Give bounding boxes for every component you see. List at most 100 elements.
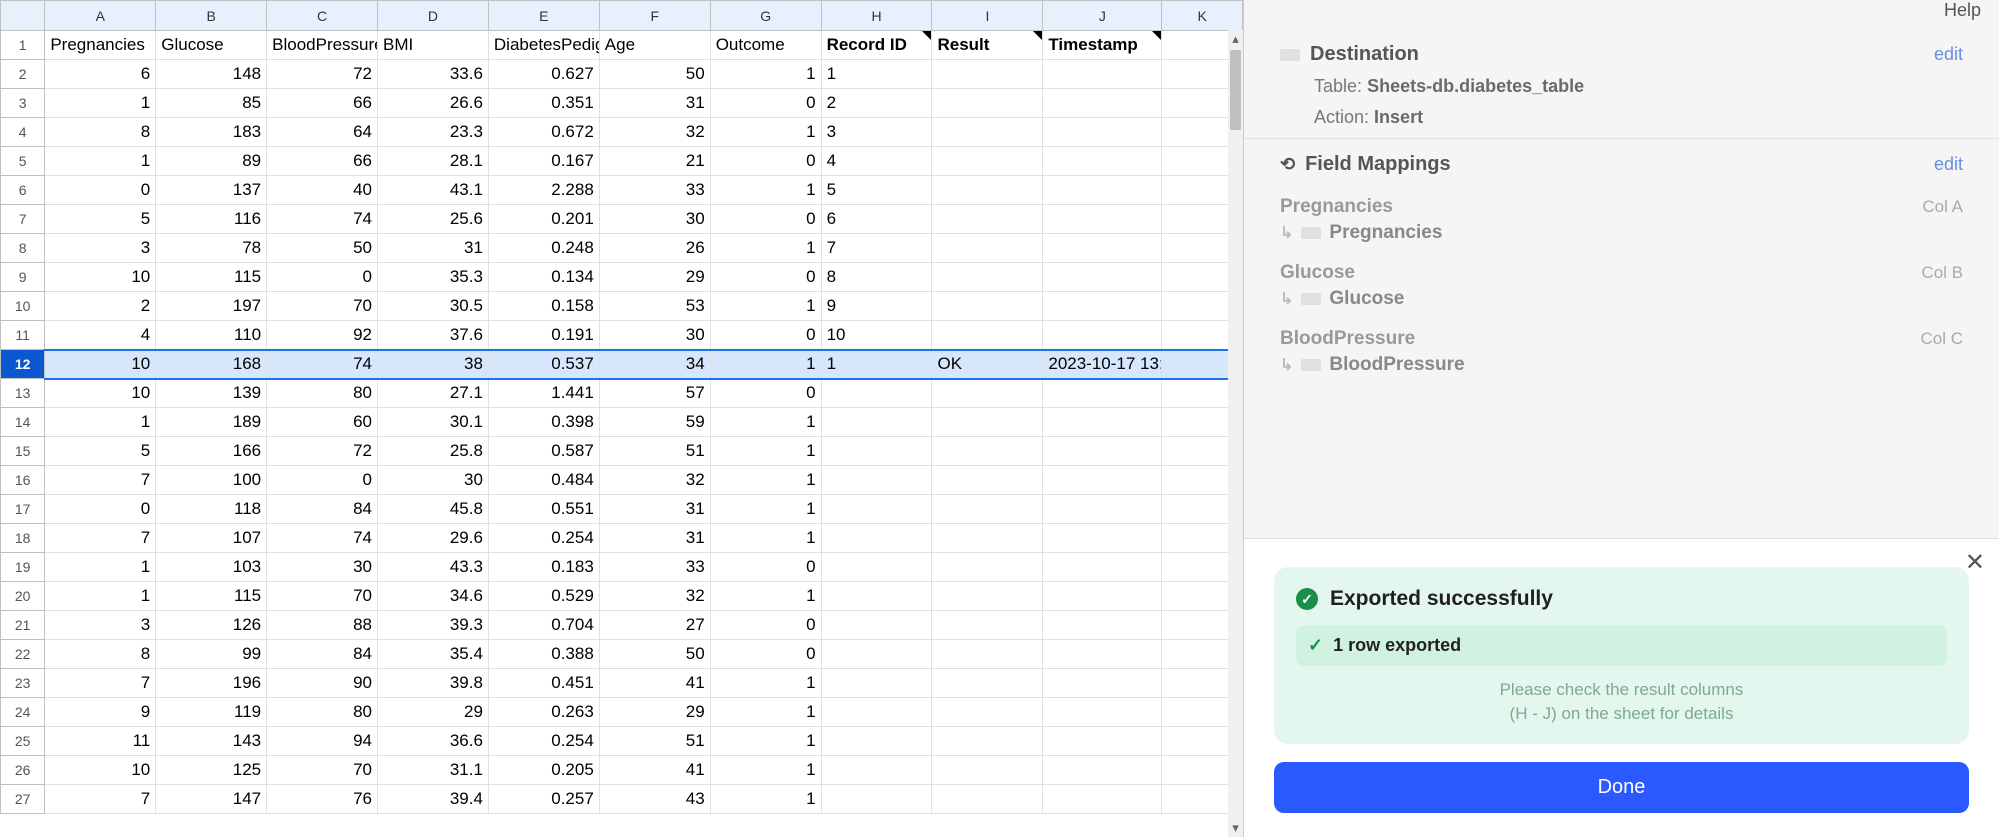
cell[interactable]: 76: [267, 785, 378, 814]
cell[interactable]: 3: [821, 118, 932, 147]
cell[interactable]: 90: [267, 669, 378, 698]
cell[interactable]: [1043, 756, 1162, 785]
cell[interactable]: [932, 727, 1043, 756]
cell[interactable]: 0: [710, 611, 821, 640]
cell[interactable]: 1: [710, 495, 821, 524]
cell[interactable]: 23.3: [378, 118, 489, 147]
column-header-G[interactable]: G: [710, 1, 821, 31]
cell[interactable]: 0.191: [488, 321, 599, 350]
cell[interactable]: 70: [267, 582, 378, 611]
cell[interactable]: 7: [821, 234, 932, 263]
cell[interactable]: [932, 466, 1043, 495]
cell[interactable]: [932, 669, 1043, 698]
cell[interactable]: [932, 263, 1043, 292]
cell[interactable]: 40: [267, 176, 378, 205]
cell[interactable]: 1: [710, 727, 821, 756]
cell[interactable]: 1: [710, 437, 821, 466]
cell[interactable]: 1: [710, 350, 821, 379]
cell[interactable]: 39.3: [378, 611, 489, 640]
cell[interactable]: 197: [156, 292, 267, 321]
cell[interactable]: 99: [156, 640, 267, 669]
cell[interactable]: [821, 495, 932, 524]
cell[interactable]: [1043, 321, 1162, 350]
cell[interactable]: 0.587: [488, 437, 599, 466]
cell[interactable]: [932, 292, 1043, 321]
cell[interactable]: 8: [45, 640, 156, 669]
cell[interactable]: 2: [821, 89, 932, 118]
cell[interactable]: 30: [378, 466, 489, 495]
cell[interactable]: 1: [710, 60, 821, 89]
cell[interactable]: 0: [267, 466, 378, 495]
cell[interactable]: 29: [599, 698, 710, 727]
cell[interactable]: 1: [45, 408, 156, 437]
cell[interactable]: 0: [710, 640, 821, 669]
cell[interactable]: 1: [710, 292, 821, 321]
cell[interactable]: 29: [599, 263, 710, 292]
cell[interactable]: 0.551: [488, 495, 599, 524]
row-header-27[interactable]: 27: [1, 785, 45, 814]
cell[interactable]: 1.441: [488, 379, 599, 408]
cell[interactable]: 60: [267, 408, 378, 437]
cell[interactable]: [932, 408, 1043, 437]
cell[interactable]: 2023-10-17 13:45: [1043, 350, 1162, 379]
cell[interactable]: 66: [267, 89, 378, 118]
cell[interactable]: 1: [710, 756, 821, 785]
cell[interactable]: 10: [45, 756, 156, 785]
cell[interactable]: [1043, 582, 1162, 611]
cell[interactable]: 143: [156, 727, 267, 756]
cell[interactable]: [1043, 118, 1162, 147]
cell[interactable]: [932, 176, 1043, 205]
cell[interactable]: 31: [599, 524, 710, 553]
cell[interactable]: 57: [599, 379, 710, 408]
cell[interactable]: [1043, 408, 1162, 437]
cell[interactable]: 0.351: [488, 89, 599, 118]
cell[interactable]: 1: [821, 350, 932, 379]
cell[interactable]: [1043, 379, 1162, 408]
scroll-up-arrow[interactable]: ▴: [1228, 30, 1243, 48]
header-cell[interactable]: Result: [932, 31, 1043, 60]
cell[interactable]: 84: [267, 640, 378, 669]
cell[interactable]: 1: [45, 147, 156, 176]
cell[interactable]: 33: [599, 176, 710, 205]
cell[interactable]: 32: [599, 118, 710, 147]
cell[interactable]: 0.484: [488, 466, 599, 495]
cell[interactable]: 0.201: [488, 205, 599, 234]
cell[interactable]: 30: [599, 321, 710, 350]
cell[interactable]: 30.1: [378, 408, 489, 437]
cell[interactable]: [932, 785, 1043, 814]
cell[interactable]: 10: [45, 379, 156, 408]
row-header-10[interactable]: 10: [1, 292, 45, 321]
cell[interactable]: 34: [599, 350, 710, 379]
cell[interactable]: 1: [710, 582, 821, 611]
cell[interactable]: 5: [45, 205, 156, 234]
header-cell[interactable]: BMI: [378, 31, 489, 60]
cell[interactable]: 78: [156, 234, 267, 263]
cell[interactable]: 26.6: [378, 89, 489, 118]
cell[interactable]: 26: [599, 234, 710, 263]
cell[interactable]: 139: [156, 379, 267, 408]
row-header-20[interactable]: 20: [1, 582, 45, 611]
cell[interactable]: 88: [267, 611, 378, 640]
row-header-18[interactable]: 18: [1, 524, 45, 553]
row-header-19[interactable]: 19: [1, 553, 45, 582]
column-header-D[interactable]: D: [378, 1, 489, 31]
cell[interactable]: 7: [45, 669, 156, 698]
row-header-2[interactable]: 2: [1, 60, 45, 89]
cell[interactable]: [932, 234, 1043, 263]
cell[interactable]: [1043, 263, 1162, 292]
cell[interactable]: [932, 553, 1043, 582]
cell[interactable]: 1: [710, 408, 821, 437]
cell[interactable]: 3: [45, 234, 156, 263]
cell[interactable]: 5: [45, 437, 156, 466]
cell[interactable]: 118: [156, 495, 267, 524]
cell[interactable]: 59: [599, 408, 710, 437]
row-header-3[interactable]: 3: [1, 89, 45, 118]
cell[interactable]: 37.6: [378, 321, 489, 350]
row-header-12[interactable]: 12: [1, 350, 45, 379]
row-header-23[interactable]: 23: [1, 669, 45, 698]
cell[interactable]: 0.263: [488, 698, 599, 727]
cell[interactable]: 0.183: [488, 553, 599, 582]
cell[interactable]: 9: [821, 292, 932, 321]
destination-edit-link[interactable]: edit: [1934, 44, 1963, 65]
spreadsheet-area[interactable]: ABCDEFGHIJK 1PregnanciesGlucoseBloodPres…: [0, 0, 1243, 837]
